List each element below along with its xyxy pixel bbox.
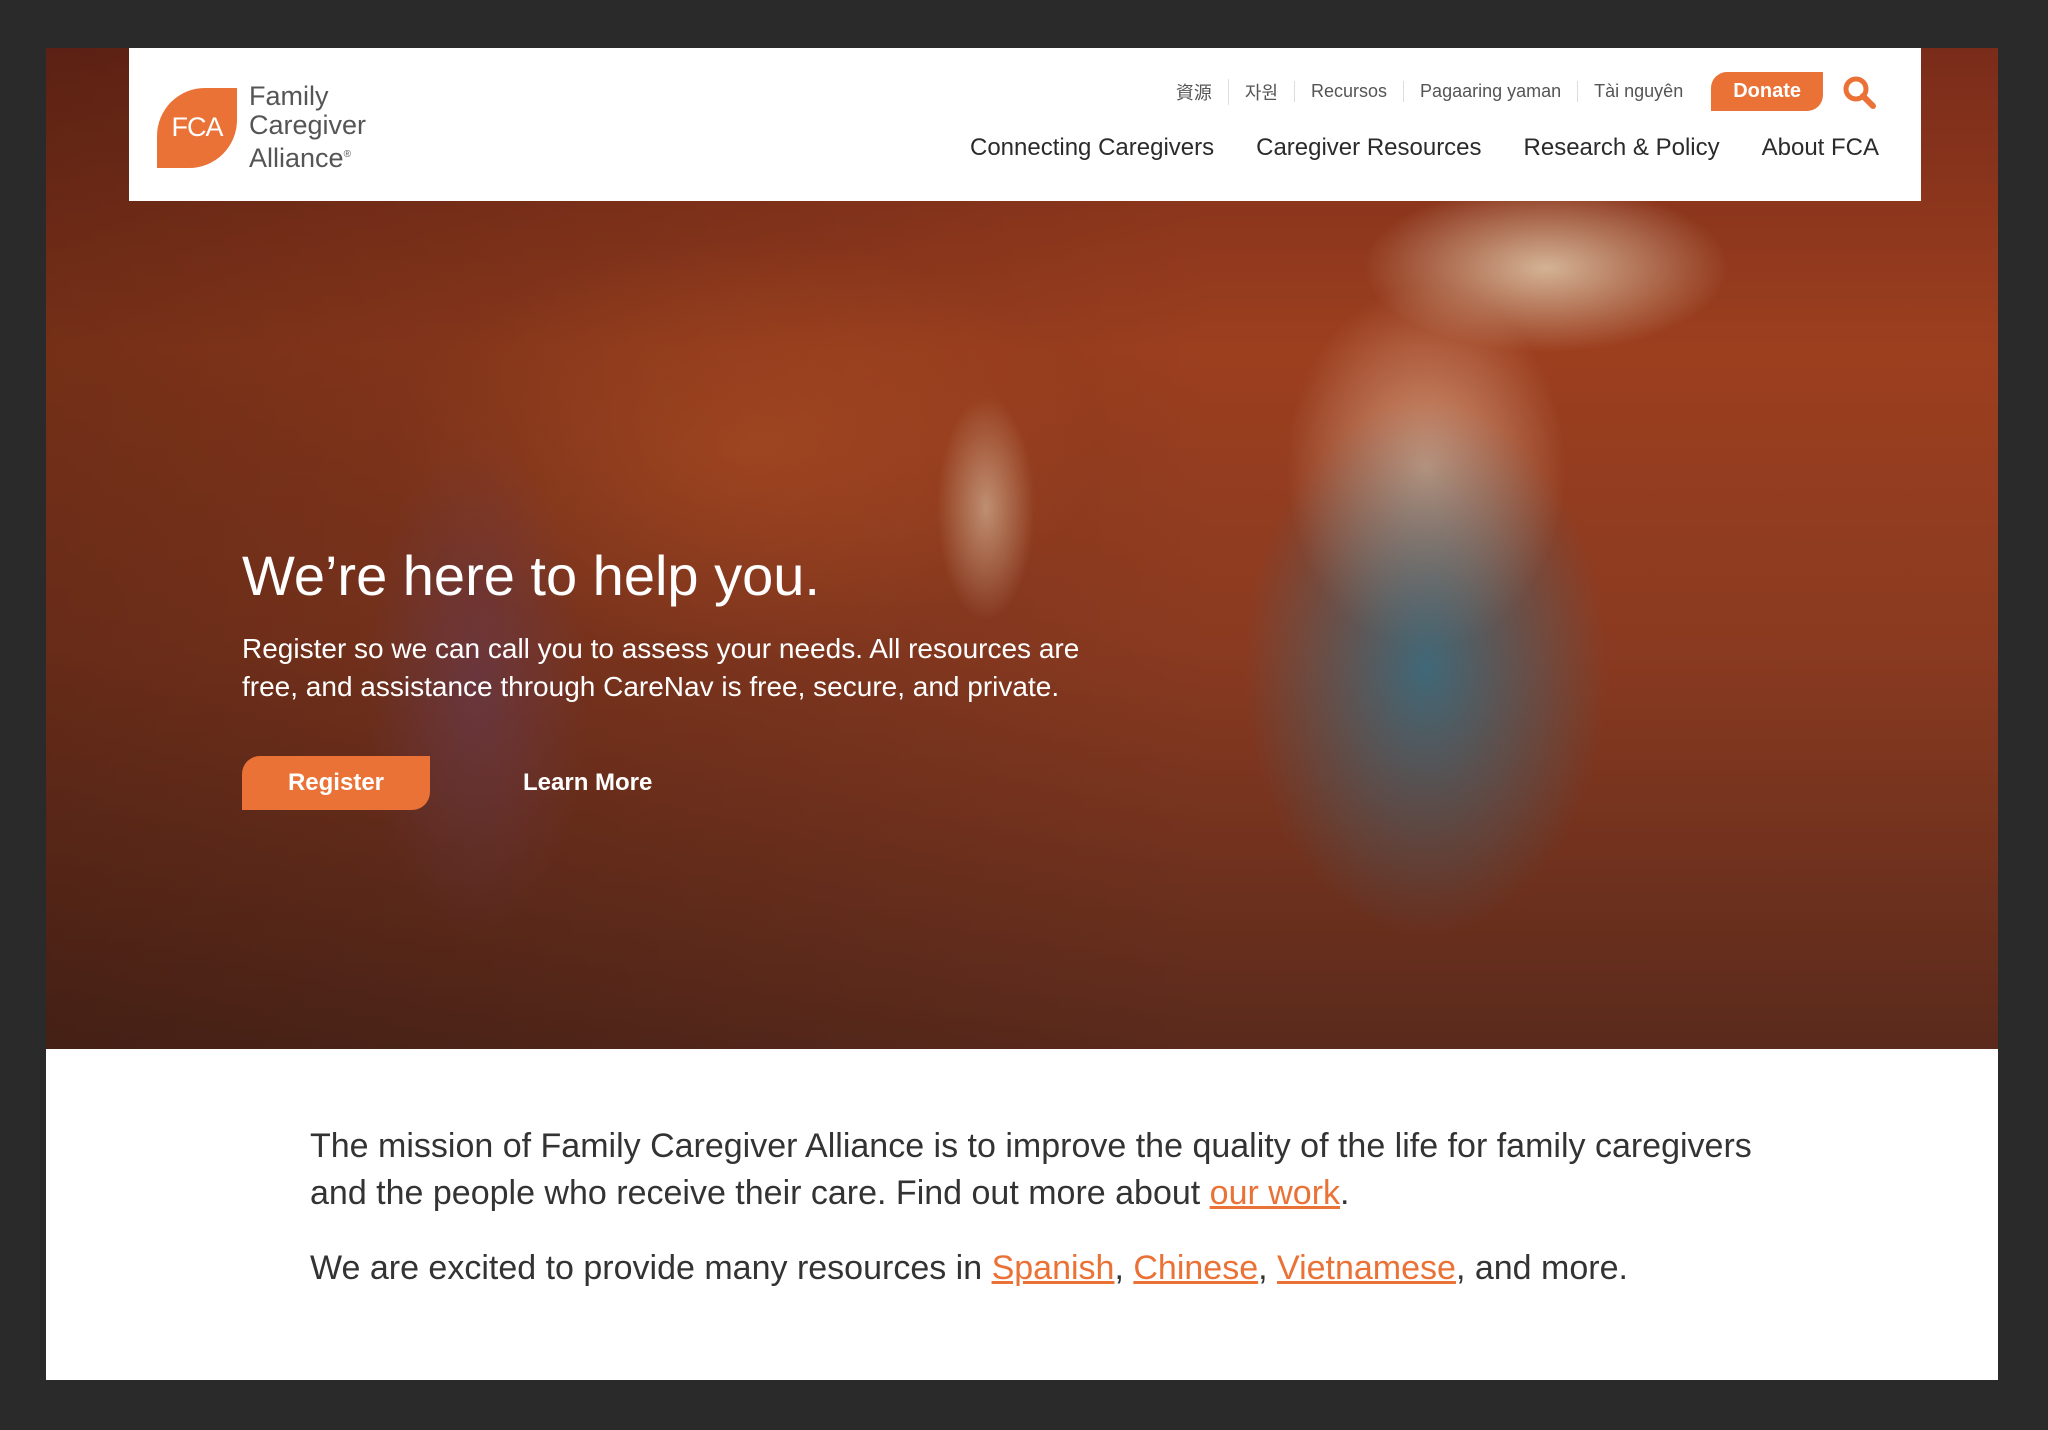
donate-button[interactable]: Donate (1711, 72, 1823, 111)
logo[interactable]: FCA Family Caregiver Alliance® (157, 82, 366, 173)
chinese-link[interactable]: Chinese (1133, 1249, 1258, 1287)
lang-link-korean[interactable]: 자원 (1227, 78, 1294, 105)
logo-line-text: Alliance (249, 143, 344, 173)
hero-title: We’re here to help you. (242, 544, 820, 607)
mission-paragraph: The mission of Family Caregiver Alliance… (310, 1123, 1810, 1217)
hero-text: Register so we can call you to assess yo… (242, 633, 1080, 702)
search-icon[interactable] (1841, 74, 1877, 110)
separator: , (1258, 1249, 1278, 1287)
hero-content: We’re here to help you. Register so we c… (242, 543, 1102, 810)
logo-line: Family (249, 81, 329, 111)
languages-text: We are excited to provide many resources… (310, 1249, 992, 1287)
nav-caregiver-resources[interactable]: Caregiver Resources (1256, 134, 1481, 162)
vietnamese-link[interactable]: Vietnamese (1277, 1249, 1456, 1287)
page: FCA Family Caregiver Alliance® 資源 자원 Rec… (46, 48, 1998, 1380)
our-work-link[interactable]: our work (1210, 1174, 1340, 1212)
utility-nav: 資源 자원 Recursos Pagaaring yaman Tài nguyê… (1160, 72, 1877, 111)
nav-research-policy[interactable]: Research & Policy (1524, 134, 1720, 162)
main-nav: Connecting Caregivers Caregiver Resource… (970, 134, 1879, 162)
lang-link-tagalog[interactable]: Pagaaring yaman (1403, 81, 1577, 102)
nav-about-fca[interactable]: About FCA (1762, 134, 1879, 162)
languages-end: , and more. (1455, 1249, 1628, 1287)
register-button[interactable]: Register (242, 756, 430, 810)
logo-line: Caregiver (249, 110, 367, 140)
separator: , (1114, 1249, 1134, 1287)
mission-text: The mission of Family Caregiver Alliance… (310, 1127, 1752, 1212)
logo-mark: FCA (157, 87, 237, 168)
site-header: FCA Family Caregiver Alliance® 資源 자원 Rec… (129, 48, 1921, 201)
lang-link-chinese[interactable]: 資源 (1160, 79, 1228, 105)
learn-more-link[interactable]: Learn More (523, 769, 652, 797)
logo-text: Family Caregiver Alliance® (249, 82, 366, 173)
logo-line: Alliance® (249, 140, 366, 173)
spanish-link[interactable]: Spanish (992, 1249, 1115, 1287)
registered-mark: ® (343, 149, 351, 160)
mission-section: The mission of Family Caregiver Alliance… (310, 1123, 1810, 1320)
languages-paragraph: We are excited to provide many resources… (310, 1245, 1810, 1292)
nav-connecting-caregivers[interactable]: Connecting Caregivers (970, 134, 1214, 162)
punctuation: . (1340, 1174, 1350, 1212)
lang-link-vietnamese[interactable]: Tài nguyên (1577, 81, 1699, 102)
lang-link-spanish[interactable]: Recursos (1294, 81, 1403, 102)
